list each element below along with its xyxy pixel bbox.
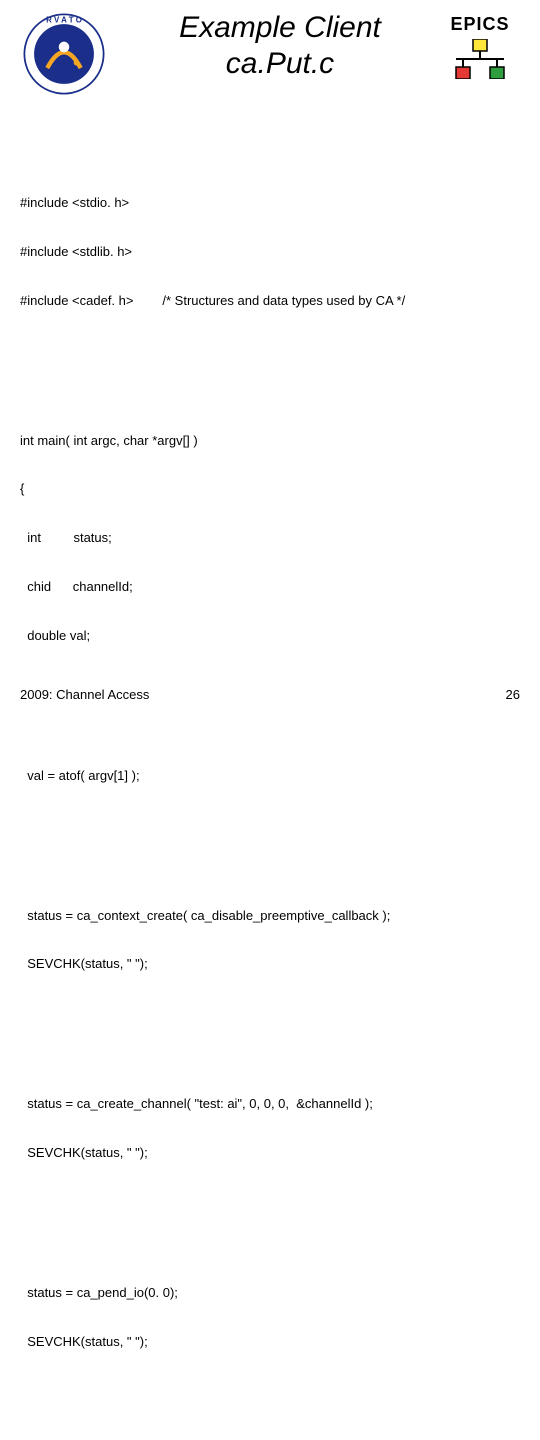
code-line: int status; [20,530,520,546]
epics-label: EPICS [440,14,520,35]
slide-title: Example Client ca.Put.c [130,10,430,82]
code-line: #include <cadef. h> /* Structures and da… [20,293,520,309]
code-line: chid channelId; [20,579,520,595]
code-line: SEVCHK(status, " "); [20,956,520,972]
slide-footer: 2009: Channel Access 26 [20,687,520,702]
svg-text:R V A T O: R V A T O [46,15,82,24]
code-line: status = ca_pend_io(0. 0); [20,1285,520,1301]
code-line: double val; [20,628,520,644]
title-line-1: Example Client [130,10,430,46]
code-body: #include <stdio. h> #include <stdlib. h>… [20,130,520,1440]
title-line-2: ca.Put.c [130,46,430,82]
code-block: status = ca_pend_io(0. 0); SEVCHK(status… [20,1253,520,1383]
slide: R V A T O Example Client ca.Put.c EPICS … [0,0,540,720]
code-line: val = atof( argv[1] ); [20,768,520,784]
includes-block: #include <stdio. h> #include <stdlib. h>… [20,163,520,342]
observatory-sciences-logo-icon: R V A T O [20,10,108,98]
code-line: SEVCHK(status, " "); [20,1145,520,1161]
footer-text: 2009: Channel Access [20,687,149,702]
code-line: #include <stdlib. h> [20,244,520,260]
code-line: status = ca_create_channel( "test: ai", … [20,1096,520,1112]
code-line: SEVCHK(status, " "); [20,1334,520,1350]
code-line: int main( int argc, char *argv[] ) [20,433,520,449]
code-block: val = atof( argv[1] ); [20,735,520,816]
epics-logo: EPICS [440,14,520,79]
code-comment: /* Structures and data types used by CA … [162,293,405,309]
epics-network-icon [451,39,509,79]
page-number: 26 [506,687,520,702]
code-line: status = ca_context_create( ca_disable_p… [20,908,520,924]
code-line: { [20,481,520,497]
slide-header: R V A T O Example Client ca.Put.c EPICS [20,10,520,130]
include-cadef: #include <cadef. h> [20,293,133,308]
code-block: status = ca_create_channel( "test: ai", … [20,1064,520,1194]
code-line: #include <stdio. h> [20,195,520,211]
main-decl-block: int main( int argc, char *argv[] ) { int… [20,400,520,676]
code-block: status = ca_context_create( ca_disable_p… [20,875,520,1005]
